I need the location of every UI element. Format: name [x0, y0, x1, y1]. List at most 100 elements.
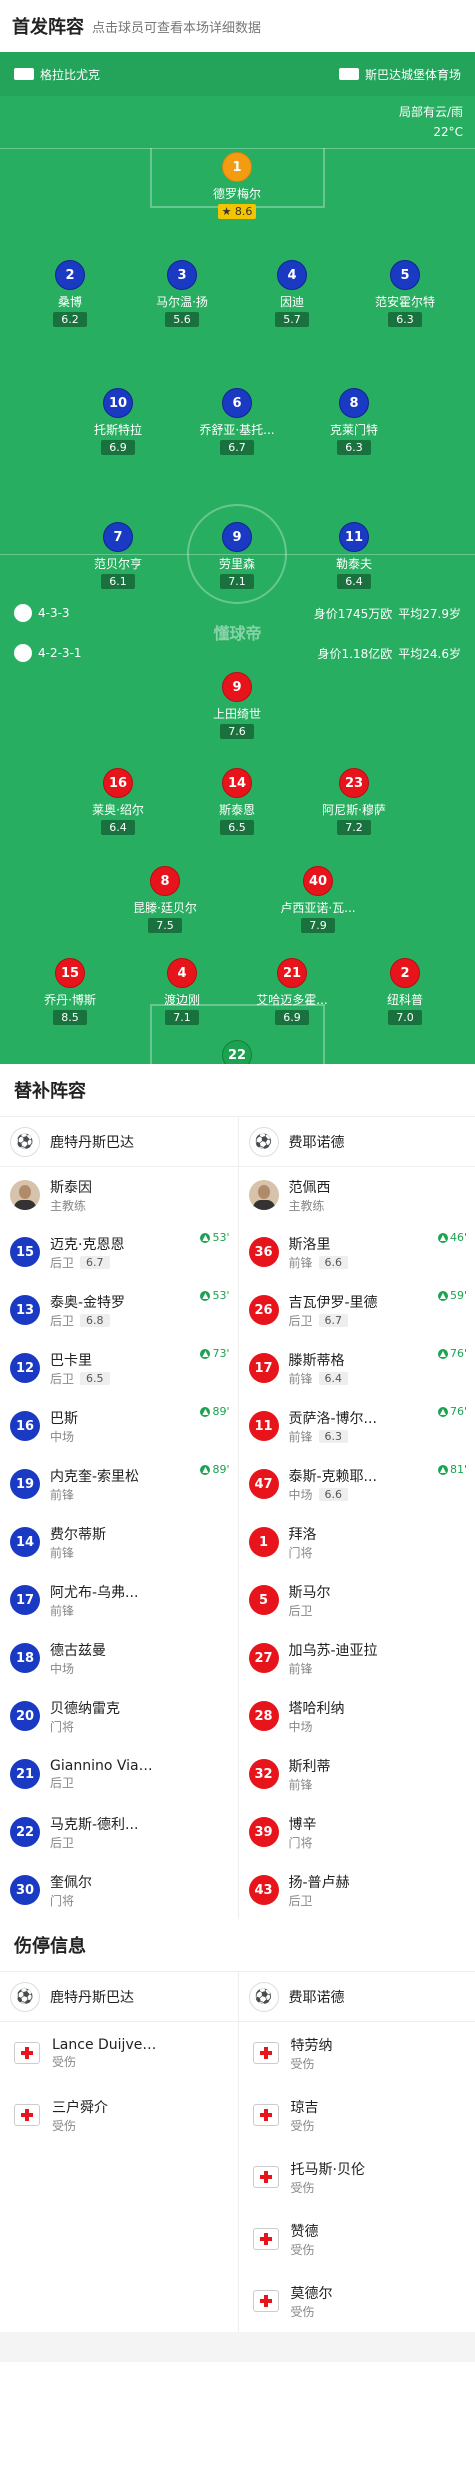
- away_players-player[interactable]: 21 艾哈迈多霍... 6.9: [232, 958, 352, 1025]
- sub-position: 后卫: [50, 1835, 75, 1850]
- sub-in-icon: ▲: [437, 1406, 448, 1417]
- injury-row[interactable]: 琼吉 受伤: [239, 2084, 475, 2146]
- player-name: 阿尼斯·穆萨: [322, 803, 386, 817]
- sub-jersey-number: 12: [10, 1353, 40, 1383]
- sub-name: 内克奎-索里松: [50, 1468, 140, 1485]
- sub-player-row[interactable]: 21 Giannino Vian... 后卫: [0, 1745, 238, 1803]
- sub-player-row[interactable]: 27 加乌苏-迪亚拉 前锋: [239, 1629, 475, 1687]
- injured-player-name: 莫德尔: [290, 2285, 333, 2302]
- away_players-player[interactable]: 23 阿尼斯·穆萨 7.2: [294, 768, 414, 835]
- injured-player-name: 琼吉: [290, 2099, 319, 2116]
- sub-player-row[interactable]: 1 拜洛 门将: [239, 1513, 475, 1571]
- sub-player-row[interactable]: 17 滕斯蒂格 前锋 6.4 ▲ 76': [239, 1339, 475, 1397]
- injured-player-name: Lance Duijvestijn: [52, 2036, 162, 2053]
- injury-status: 受伤: [290, 2304, 315, 2319]
- sub-position: 门将: [288, 1545, 313, 1560]
- injury-row[interactable]: 特劳纳 受伤: [239, 2022, 475, 2084]
- sub-player-row[interactable]: 15 迈克·克恩恩 后卫 6.7 ▲ 53': [0, 1223, 238, 1281]
- home_players-player[interactable]: 9 劳里森 7.1: [177, 522, 297, 589]
- sub-in-icon: ▲: [437, 1232, 448, 1243]
- home_players-player[interactable]: 2 桑博 6.2: [10, 260, 130, 327]
- sub-player-row[interactable]: 11 贡萨洛-博尔... 前锋 6.3 ▲ 76': [239, 1397, 475, 1455]
- pitch: 格拉比尤克 斯巴达城堡体育场 局部有云/雨 22°C 懂球帝 4-3-3 身价1…: [0, 52, 475, 1064]
- away_players-player[interactable]: 16 莱奥·绍尔 6.4: [58, 768, 178, 835]
- sub-player-row[interactable]: 16 巴斯 中场 ▲ 89': [0, 1397, 238, 1455]
- sub-position: 门将: [50, 1893, 75, 1908]
- sub-player-row[interactable]: 22 马克斯-德利... 后卫: [0, 1803, 238, 1861]
- home-coach[interactable]: 斯泰因 主教练: [0, 1167, 238, 1223]
- sub-player-row[interactable]: 20 贝德纳雷克 门将: [0, 1687, 238, 1745]
- home-team-logo: [14, 604, 32, 622]
- sub-jersey-number: 1: [248, 1527, 279, 1557]
- sub-info: 拜洛 门将: [289, 1524, 317, 1561]
- sub-name: 费尔蒂斯: [50, 1526, 106, 1543]
- away_players-player[interactable]: 8 昆滕·廷贝尔 7.5: [105, 866, 225, 933]
- sub-player-row[interactable]: 28 塔哈利纳 中场: [239, 1687, 475, 1745]
- away_players-player[interactable]: 15 乔丹·博斯 8.5: [10, 958, 130, 1025]
- home_players-player[interactable]: 7 范贝尔亨 6.1: [58, 522, 178, 589]
- jersey-number: 9: [222, 522, 252, 552]
- away_players-player[interactable]: 22魏伦罗伊特7.2: [177, 1040, 297, 1064]
- injury-title: 伤停信息: [14, 1936, 86, 1957]
- sub-player-row[interactable]: 5 斯马尔 后卫: [239, 1571, 475, 1629]
- home_players-player[interactable]: 1 德罗梅尔 ★ 8.6: [177, 152, 297, 219]
- sub-player-row[interactable]: 30 奎佩尔 门将: [0, 1861, 238, 1919]
- sub-player-row[interactable]: 19 内克奎-索里松 前锋 ▲ 89': [0, 1455, 238, 1513]
- away_players-player[interactable]: 40 卢西亚诺·瓦... 7.9: [258, 866, 378, 933]
- sub-player-row[interactable]: 13 泰奥-金特罗 后卫 6.8 ▲ 53': [0, 1281, 238, 1339]
- sub-jersey-number: 39: [248, 1817, 279, 1847]
- subs-columns: ⚽ 鹿特丹斯巴达 斯泰因 主教练 15 迈克·克恩恩 后卫 6.7 ▲ 53' 13 泰奥-金特…: [0, 1116, 475, 1919]
- injury-row[interactable]: Lance Duijvestijn 受伤: [0, 2022, 238, 2084]
- player-rating: ★ 8.6: [217, 204, 257, 219]
- player-rating: 6.3: [388, 312, 422, 327]
- sub-player-row[interactable]: 39 博辛 门将: [239, 1803, 475, 1861]
- away-subs-team[interactable]: ⚽ 费耶诺德: [238, 1117, 475, 1167]
- away_players-player[interactable]: 9 上田绮世 7.6: [177, 672, 297, 739]
- sub-in-icon: ▲: [200, 1348, 211, 1359]
- sub-player-row[interactable]: 32 斯利蒂 前锋: [239, 1745, 475, 1803]
- sub-player-row[interactable]: 12 巴卡里 后卫 6.5 ▲ 73': [0, 1339, 238, 1397]
- home_players-player[interactable]: 3 马尔温·扬 5.6: [122, 260, 242, 327]
- medical-kit-icon: [14, 2104, 40, 2126]
- home_players-player[interactable]: 11 勒泰夫 6.4: [294, 522, 414, 589]
- injury-row[interactable]: 莫德尔 受伤: [239, 2270, 475, 2332]
- home-injury-team[interactable]: ⚽ 鹿特丹斯巴达: [0, 1972, 238, 2022]
- player-rating: 5.7: [275, 312, 309, 327]
- away-formation: 4-2-3-1: [38, 646, 82, 660]
- away_players-player[interactable]: 4 渡边刚 7.1: [122, 958, 242, 1025]
- jersey-number: 7: [103, 522, 133, 552]
- sub-in-time: ▲ 81': [437, 1463, 467, 1476]
- sub-player-row[interactable]: 47 泰斯-克赖耶... 中场 6.6 ▲ 81': [239, 1455, 475, 1513]
- home_players-player[interactable]: 4 因迪 5.7: [232, 260, 352, 327]
- away_players-player[interactable]: 2 纽科普 7.0: [345, 958, 465, 1025]
- sub-player-row[interactable]: 36 斯洛里 前锋 6.6 ▲ 46': [239, 1223, 475, 1281]
- sub-player-row[interactable]: 14 费尔蒂斯 前锋: [0, 1513, 238, 1571]
- jersey-number: 14: [222, 768, 252, 798]
- sub-player-row[interactable]: 43 扬-普卢赫 后卫: [239, 1861, 475, 1919]
- home_players-player[interactable]: 8 克莱门特 6.3: [294, 388, 414, 455]
- home_players-player[interactable]: 5 范安霍尔特 6.3: [345, 260, 465, 327]
- home_players-player[interactable]: 10 托斯特拉 6.9: [58, 388, 178, 455]
- sub-info: 巴斯 中场: [50, 1408, 78, 1445]
- home_players-player[interactable]: 6 乔舒亚·基托... 6.7: [177, 388, 297, 455]
- sub-player-row[interactable]: 17 阿尤布-乌弗... 前锋: [0, 1571, 238, 1629]
- sub-player-row[interactable]: 26 吉瓦伊罗-里德 后卫 6.7 ▲ 59': [239, 1281, 475, 1339]
- away-injury-team[interactable]: ⚽ 费耶诺德: [238, 1972, 475, 2022]
- sub-jersey-number: 26: [248, 1295, 279, 1325]
- home-subs-team[interactable]: ⚽ 鹿特丹斯巴达: [0, 1117, 238, 1167]
- player-name: 斯泰恩: [218, 803, 255, 817]
- away-coach[interactable]: 范佩西 主教练: [239, 1167, 475, 1223]
- sub-player-row[interactable]: 18 德古兹曼 中场: [0, 1629, 238, 1687]
- injury-status: 受伤: [290, 2180, 315, 2195]
- sub-name: 滕斯蒂格: [288, 1352, 345, 1369]
- sub-time: 89': [212, 1463, 230, 1476]
- injury-row[interactable]: 托马斯·贝伦 受伤: [239, 2146, 475, 2208]
- sub-info: 扬-普卢赫 后卫: [289, 1872, 350, 1909]
- sub-position: 后卫: [50, 1775, 75, 1790]
- player-name: 乔舒亚·基托...: [199, 423, 275, 437]
- sub-name: Giannino Vian...: [50, 1757, 160, 1774]
- away_players-player[interactable]: 14 斯泰恩 6.5: [177, 768, 297, 835]
- injury-row[interactable]: 三户舜介 受伤: [0, 2084, 238, 2146]
- injury-row[interactable]: 赞德 受伤: [239, 2208, 475, 2270]
- player-rating: 5.6: [165, 312, 199, 327]
